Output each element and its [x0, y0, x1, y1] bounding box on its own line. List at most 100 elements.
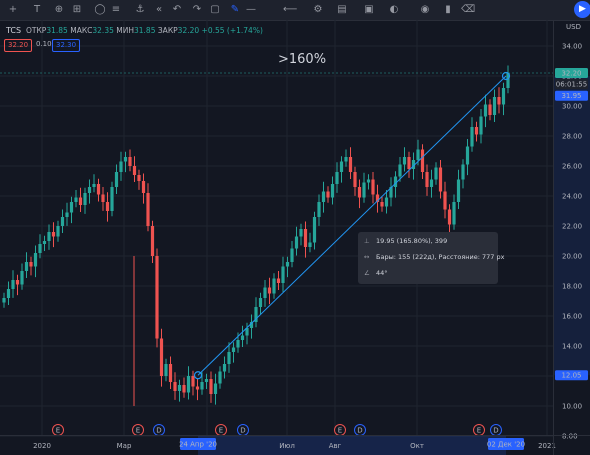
svg-text:E: E	[56, 427, 60, 435]
candle	[321, 181, 326, 213]
anchor-icon[interactable]: ⚓	[133, 2, 147, 18]
svg-text:E: E	[477, 427, 481, 435]
candle	[483, 94, 488, 128]
candle	[249, 314, 254, 339]
svg-text:E: E	[338, 427, 342, 435]
event-marker-e: E	[473, 424, 485, 436]
candle	[447, 204, 452, 236]
event-marker-e: E	[215, 424, 227, 436]
candle	[254, 297, 258, 328]
measure-bars: Бары: 155 (222д), Расстояние: 777 px	[376, 253, 505, 261]
x-tick-label: Окт	[410, 442, 424, 450]
candle	[443, 181, 447, 219]
candle	[78, 187, 83, 213]
candle	[497, 87, 501, 114]
brush-icon[interactable]: ✎	[228, 2, 242, 18]
candle	[137, 169, 141, 190]
currency-label: USD	[566, 23, 581, 31]
candle	[272, 273, 276, 299]
price-label-last: 32.20	[555, 68, 588, 78]
measure-icon[interactable]: ⊕	[52, 2, 66, 18]
rewind-icon[interactable]: «	[152, 2, 166, 18]
candle	[267, 277, 272, 305]
text-icon[interactable]: T	[30, 2, 44, 18]
candle	[290, 241, 294, 268]
candle	[168, 356, 173, 390]
hide-icon[interactable]: ◐	[387, 2, 401, 18]
template-icon[interactable]: ▤	[335, 2, 349, 18]
svg-text:E: E	[219, 427, 223, 435]
shapes-icon[interactable]: ◯	[93, 2, 107, 18]
select-icon[interactable]: ▢	[208, 2, 222, 18]
candle	[114, 164, 119, 195]
candle	[344, 149, 348, 167]
candle	[33, 245, 38, 278]
drawing-toolbar: + T ⊕ ⊞ ◯ ≡ ⚓ «↶ ↷ ▢ ✎ — ⟵ ⚙ ▤ ▣ ◐ ◉ ▮ ⌫ ▶	[0, 0, 590, 21]
date-label: 24 Апр '20	[179, 438, 217, 450]
svg-text:31.95: 31.95	[561, 92, 581, 100]
candle	[56, 220, 60, 242]
candle	[308, 232, 312, 253]
price-label-measure-start: 12.05	[555, 370, 588, 381]
crosshair-icon[interactable]: +	[6, 2, 20, 18]
buy-price-box[interactable]: 32.30	[52, 39, 81, 52]
open-label: ОТКР	[26, 26, 47, 35]
candle	[65, 202, 69, 226]
svg-text:E: E	[136, 427, 140, 435]
candle	[11, 270, 15, 298]
candle	[6, 281, 11, 306]
y-tick-label: 26.00	[562, 163, 582, 171]
price-chart[interactable]: EEDEDEDED 34.0032.0030.0028.0026.0024.00…	[0, 20, 590, 455]
candle	[479, 109, 483, 144]
candle	[141, 173, 146, 204]
candle	[380, 196, 384, 212]
y-tick-label: 8.00	[562, 433, 578, 441]
candle	[146, 183, 150, 232]
candle	[195, 379, 200, 401]
fibonacci-icon[interactable]: ≡	[109, 2, 123, 18]
candle	[299, 223, 303, 246]
candle	[87, 179, 92, 204]
delete-icon[interactable]: ▮	[441, 2, 455, 18]
candle	[132, 156, 137, 183]
arrow-icon[interactable]: ⟵	[283, 2, 297, 18]
svg-text:12.05: 12.05	[561, 372, 581, 380]
play-icon[interactable]: ▶	[574, 1, 590, 18]
event-marker-d: D	[490, 424, 502, 436]
sell-price-box[interactable]: 32.20	[4, 39, 33, 52]
date-label: 02 Дек '20	[487, 438, 525, 450]
candle	[456, 169, 461, 210]
change-value: +0.55 (+1.74%)	[201, 26, 263, 35]
candle	[501, 82, 506, 116]
candle	[119, 151, 123, 181]
candle	[101, 187, 105, 211]
undo-icon[interactable]: ↶	[170, 2, 184, 18]
svg-text:D: D	[357, 427, 362, 435]
candle	[69, 196, 74, 224]
candle	[371, 172, 375, 204]
svg-text:D: D	[493, 427, 498, 435]
candle	[150, 220, 155, 264]
line-style-icon[interactable]: —	[244, 2, 258, 18]
lock-icon[interactable]: ▣	[362, 2, 376, 18]
settings-icon[interactable]: ⚙	[311, 2, 325, 18]
candle	[29, 256, 33, 276]
eye-icon[interactable]: ◉	[418, 2, 432, 18]
candle	[258, 292, 263, 315]
candle	[474, 121, 479, 142]
svg-text:02 Дек '20: 02 Дек '20	[487, 441, 525, 449]
event-marker-e: E	[334, 424, 346, 436]
ruler-icon[interactable]: ⊞	[70, 2, 84, 18]
candle	[429, 169, 434, 198]
redo-icon[interactable]: ↷	[190, 2, 204, 18]
candle	[15, 274, 20, 296]
candle	[420, 144, 425, 180]
bars-range-icon: ↔	[364, 253, 370, 261]
annotation-text[interactable]: >160%	[278, 52, 326, 67]
candle	[222, 356, 227, 379]
candle	[425, 164, 429, 196]
remove-icon[interactable]: ⌫	[461, 2, 475, 18]
symbol-name[interactable]: TCS	[6, 26, 21, 35]
price-label-measure-end: 31.95	[555, 90, 588, 101]
candle	[330, 176, 335, 205]
